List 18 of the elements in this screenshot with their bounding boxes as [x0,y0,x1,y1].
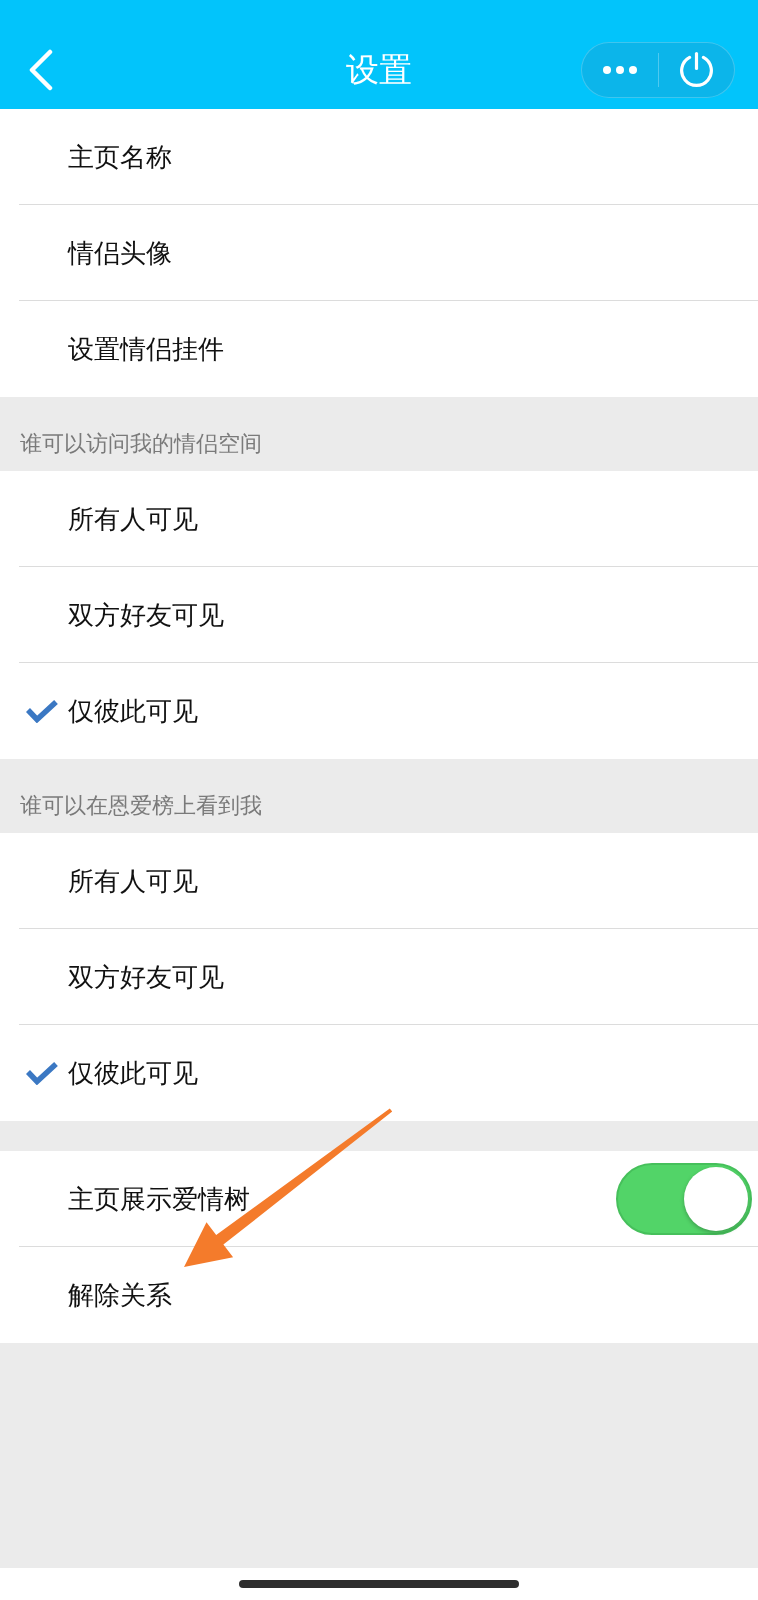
option-row[interactable]: 所有人可见 [0,833,758,929]
more-icon [602,65,637,74]
settings-row[interactable]: 解除关系 [0,1247,758,1343]
option-row[interactable]: 仅彼此可见 [0,663,758,759]
section-header: 谁可以访问我的情侣空间 [19,430,263,458]
nav-title: 设置 [346,49,412,90]
section-header: 谁可以在恩爱榜上看到我 [19,792,263,820]
back-button[interactable] [29,48,53,91]
option-row[interactable]: 双方好友可见 [0,567,758,663]
option-row[interactable]: 仅彼此可见 [0,1025,758,1121]
setting-label: 主页展示爱情树 [68,1182,251,1216]
settings-row[interactable]: 主页名称 [0,109,758,205]
option-row[interactable]: 所有人可见 [0,471,758,567]
option-row[interactable]: 双方好友可见 [0,929,758,1025]
back-icon [29,48,53,91]
power-icon [679,52,713,87]
settings-row[interactable]: 设置情侣挂件 [0,301,758,397]
settings-row[interactable]: 情侣头像 [0,205,758,301]
